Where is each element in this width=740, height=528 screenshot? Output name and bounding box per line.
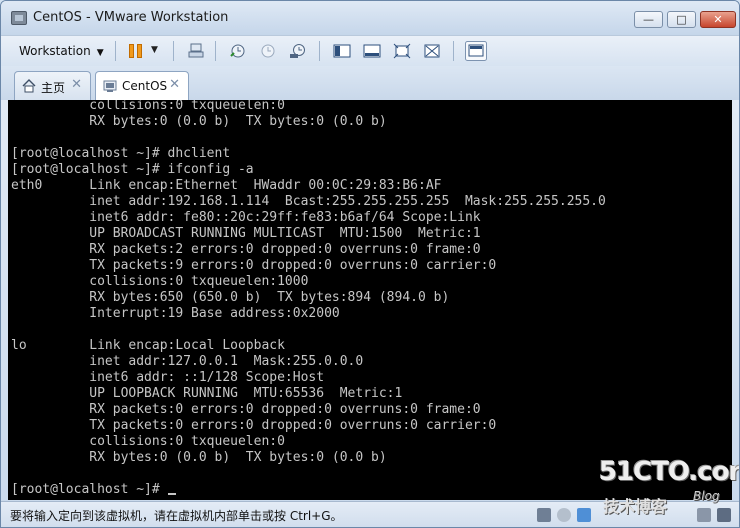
revert-snapshot-icon[interactable] [259,43,277,59]
unity-icon[interactable] [423,43,441,59]
tab-home-label: 主页 [41,81,66,95]
console-line: collisions:0 txqueuelen:1000 [11,274,309,289]
workstation-menu[interactable]: Workstation ▼ [13,41,110,61]
console-line: RX packets:0 errors:0 dropped:0 overruns… [11,402,481,417]
tab-strip: 主页 ✕ CentOS ✕ [1,66,739,100]
site-watermark: 51CTO.com 技术博客 Blog [599,457,739,517]
maximize-button[interactable]: □ [667,11,696,28]
console-line: TX packets:0 errors:0 dropped:0 overruns… [11,418,497,433]
console-line: inet6 addr: ::1/128 Scope:Host [11,370,325,385]
home-icon [22,79,36,93]
power-menu-chevron-icon[interactable]: ▼ [151,45,158,55]
network-icon[interactable] [577,508,591,522]
fullscreen-icon[interactable] [393,43,411,59]
console-line: [root@localhost ~]# ifconfig -a [11,162,254,177]
console-line: RX packets:2 errors:0 dropped:0 overruns… [11,242,481,257]
toolbar: Workstation ▼ ▼ [1,35,739,67]
status-message: 要将输入定向到该虚拟机，请在虚拟机内部单击或按 Ctrl+G。 [10,509,343,523]
console-line: lo Link encap:Local Loopback [11,338,285,353]
vm-console[interactable]: collisions:0 txqueuelen:0 RX bytes:0 (0.… [8,100,732,500]
minimize-button[interactable]: — [634,11,663,28]
thumbnail-icon[interactable] [465,41,487,61]
snapshot-icon[interactable] [229,43,247,59]
console-line: collisions:0 txqueuelen:0 [11,100,285,113]
vmware-app-icon [11,11,27,25]
hard-disk-icon[interactable] [537,508,551,522]
console-line: RX bytes:0 (0.0 b) TX bytes:0 (0.0 b) [11,114,387,129]
console-view-icon[interactable] [363,43,381,59]
console-line: [root@localhost ~]# dhclient [11,146,231,161]
watermark-blog-text: Blog [693,489,720,503]
tab-centos-label: CentOS [122,79,168,93]
close-button[interactable]: ✕ [700,11,736,28]
console-line: inet addr:192.168.1.114 Bcast:255.255.25… [11,194,606,209]
console-line: inet6 addr: fe80::20c:29ff:fe83:b6af/64 … [11,210,481,225]
chevron-down-icon: ▼ [96,48,104,58]
vm-icon [103,80,117,92]
text-cursor [167,493,176,495]
tab-home[interactable]: 主页 ✕ [14,71,91,100]
console-line: collisions:0 txqueuelen:0 [11,434,285,449]
sidebar-icon[interactable] [333,43,351,59]
toolbar-separator [115,41,116,61]
console-line: RX bytes:0 (0.0 b) TX bytes:0 (0.0 b) [11,450,387,465]
pause-icon[interactable] [125,42,145,60]
console-line: inet addr:127.0.0.1 Mask:255.0.0.0 [11,354,364,369]
close-tab-icon[interactable]: ✕ [169,77,180,92]
shell-prompt: [root@localhost ~]# [11,482,168,497]
toolbar-separator [453,41,454,61]
console-line: TX packets:9 errors:0 dropped:0 overruns… [11,258,497,273]
cd-drive-icon[interactable] [557,508,571,522]
toolbar-separator [173,41,174,61]
watermark-sub-text: 技术博客 [603,497,668,516]
close-tab-icon[interactable]: ✕ [71,77,82,92]
title-bar[interactable]: CentOS - VMware Workstation — □ ✕ [1,1,739,35]
console-line: eth0 Link encap:Ethernet HWaddr 00:0C:29… [11,178,442,193]
vmware-window: CentOS - VMware Workstation — □ ✕ Workst… [0,0,740,528]
console-line: Interrupt:19 Base address:0x2000 [11,306,340,321]
send-ctrl-alt-del-icon[interactable] [187,43,205,59]
watermark-main-text: 51CTO.com [599,457,740,487]
toolbar-separator [319,41,320,61]
console-line: UP BROADCAST RUNNING MULTICAST MTU:1500 … [11,226,481,241]
toolbar-separator [215,41,216,61]
console-prompt-line: [root@localhost ~]# [11,482,176,498]
snapshot-manager-icon[interactable] [289,43,307,59]
window-title: CentOS - VMware Workstation [33,10,229,25]
console-line: UP LOOPBACK RUNNING MTU:65536 Metric:1 [11,386,403,401]
workstation-menu-label: Workstation [19,44,91,58]
tab-centos[interactable]: CentOS ✕ [95,71,189,100]
console-line: RX bytes:650 (650.0 b) TX bytes:894 (894… [11,290,450,305]
